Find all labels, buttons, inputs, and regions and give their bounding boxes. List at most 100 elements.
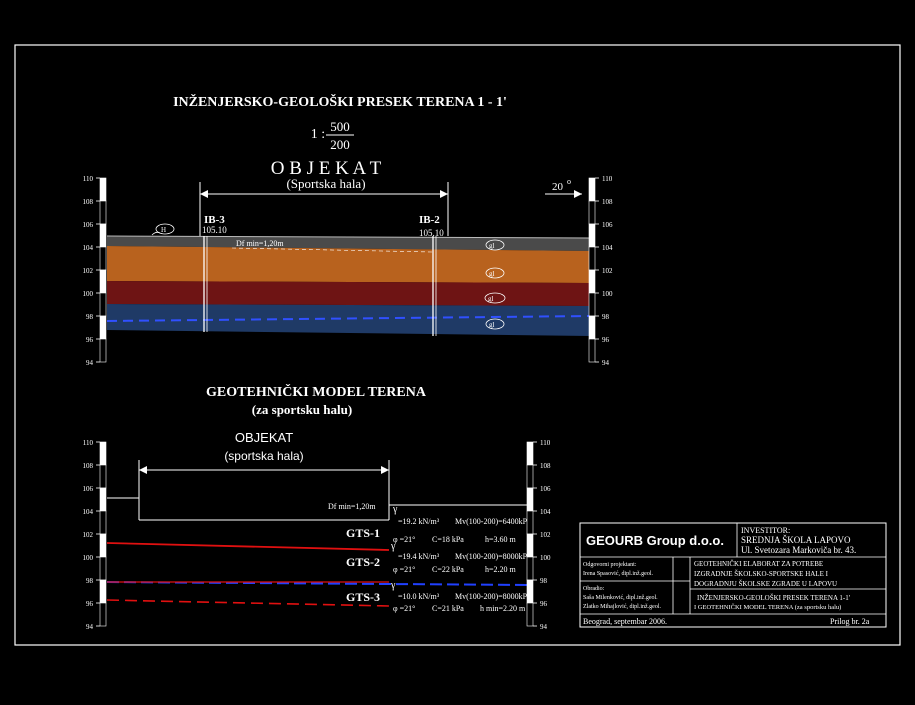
svg-text:φ =21°: φ =21° bbox=[393, 565, 415, 574]
layer-brown-clay bbox=[107, 246, 590, 283]
model-elevation-scale-left: 110 108 106 104 102 100 98 96 94 bbox=[83, 439, 107, 631]
made-name1: Saša Milenković, dipl.inž.geol. bbox=[583, 595, 658, 601]
scale-segment bbox=[99, 487, 107, 512]
scale-segment bbox=[99, 177, 107, 202]
gts2-params: γ =19.4 kN/m³ Mv(100-200)=8000kPa GTS-2 … bbox=[346, 541, 531, 574]
svg-text:Mv(100-200)=6400kPa: Mv(100-200)=6400kPa bbox=[455, 517, 531, 526]
scale-prefix: 1 : bbox=[311, 127, 325, 142]
elevation-scale-right: 110 108 106 104 102 100 98 96 94 bbox=[588, 175, 613, 367]
scale-tick-label: 100 bbox=[83, 290, 94, 298]
scale-tick-label: 110 bbox=[83, 439, 94, 447]
svg-text:Mv(100-200)=8000kPa: Mv(100-200)=8000kPa bbox=[455, 552, 531, 561]
made-name2: Zlatko Mihajlović, dipl.inž.geol. bbox=[583, 604, 661, 610]
scale-segment bbox=[588, 338, 596, 363]
scale-tick-label: 104 bbox=[602, 244, 613, 252]
layer-code-4: gl bbox=[485, 318, 505, 330]
svg-text:gl: gl bbox=[488, 295, 494, 303]
gts3-label: GTS-3 bbox=[346, 590, 380, 604]
scale-tick-label: 94 bbox=[602, 359, 610, 367]
scale-tick-label: 106 bbox=[83, 485, 94, 493]
scale-segment bbox=[99, 464, 107, 489]
scale-segment bbox=[99, 338, 107, 363]
investor-address: Ul. Svetozara Markoviča br. 43. bbox=[741, 545, 856, 555]
scale-tick-label: 102 bbox=[83, 267, 94, 275]
svg-text:h=2.20 m: h=2.20 m bbox=[485, 565, 517, 574]
scale-tick-label: 96 bbox=[86, 600, 94, 608]
scale-segment bbox=[588, 269, 596, 294]
svg-text:=19.4 kN/m³: =19.4 kN/m³ bbox=[398, 552, 440, 561]
dimension-arrow-right bbox=[440, 190, 448, 198]
scale-tick-label: 110 bbox=[602, 175, 613, 183]
project-line3: DOGRADNJU ŠKOLSKE ZGRADE U LAPOVU bbox=[694, 580, 837, 588]
scale-tick-label: 108 bbox=[83, 198, 94, 206]
dimension-arrow-left bbox=[200, 190, 208, 198]
borehole-ib2-name: IB-2 bbox=[419, 214, 440, 226]
scale-tick-label: 104 bbox=[83, 508, 94, 516]
scale-segment bbox=[99, 246, 107, 271]
svg-text:H: H bbox=[161, 226, 166, 234]
svg-text:=19.2 kN/m³: =19.2 kN/m³ bbox=[398, 517, 440, 526]
scale-segment bbox=[526, 579, 534, 604]
scale-tick-label: 98 bbox=[602, 313, 610, 321]
scale-segment bbox=[588, 200, 596, 225]
svg-text:C=21 kPa: C=21 kPa bbox=[432, 604, 464, 613]
scale-tick-label: 100 bbox=[602, 290, 613, 298]
model-subtitle: (za sportsku halu) bbox=[252, 402, 352, 417]
scale-tick-label: 110 bbox=[83, 175, 94, 183]
gts2-label: GTS-2 bbox=[346, 555, 380, 569]
scale-tick-label: 102 bbox=[602, 267, 613, 275]
layer-dark-red bbox=[107, 281, 590, 306]
angle-arrow-head bbox=[574, 190, 582, 198]
responsible-label: Odgovorni projektant: bbox=[583, 562, 637, 568]
scale-tick-label: 100 bbox=[540, 554, 551, 562]
responsible-name: Irena Spasović, dipl.inž.geol. bbox=[583, 571, 653, 577]
scale-segment bbox=[99, 269, 107, 294]
scale-segment bbox=[588, 223, 596, 248]
scale-tick-label: 104 bbox=[83, 244, 94, 252]
project-line1: GEOTEHNIČKI ELABORAT ZA POTREBE bbox=[694, 560, 823, 568]
scale-numerator: 500 bbox=[330, 119, 350, 134]
scale-tick-label: 94 bbox=[540, 623, 548, 631]
scale-tick-label: 106 bbox=[83, 221, 94, 229]
scale-segment bbox=[526, 602, 534, 627]
svg-text:C=18 kPa: C=18 kPa bbox=[432, 535, 464, 544]
boundary-gts1-gts2 bbox=[106, 542, 390, 551]
scale-segment bbox=[588, 177, 596, 202]
scale-tick-label: 110 bbox=[540, 439, 551, 447]
scale-segment bbox=[526, 510, 534, 535]
project-line2: IZGRADNJE ŠKOLSKO-SPORTSKE HALE I bbox=[694, 570, 829, 578]
scale-tick-label: 108 bbox=[602, 198, 613, 206]
drawing-line2: I GEOTEHNIČKI MODEL TERENA (za sportsku … bbox=[694, 603, 841, 611]
svg-text:φ =21°: φ =21° bbox=[393, 535, 415, 544]
scale-segment bbox=[526, 464, 534, 489]
object-sublabel: (Sportska hala) bbox=[286, 176, 365, 191]
angle-label: 20 bbox=[552, 181, 564, 193]
model-arrow-left bbox=[139, 466, 147, 474]
scale-segment bbox=[99, 441, 107, 466]
model-elevation-scale-right: 110 108 106 104 102 100 98 96 94 bbox=[526, 439, 551, 631]
svg-text:Mv(100-200)=8000kPa: Mv(100-200)=8000kPa bbox=[455, 592, 531, 601]
scale-segment bbox=[526, 441, 534, 466]
model-df-label: Df min=1,20m bbox=[328, 502, 376, 511]
scale-tick-label: 94 bbox=[86, 359, 94, 367]
scale-segment bbox=[588, 292, 596, 317]
scale-tick-label: 98 bbox=[86, 313, 94, 321]
scale-segment bbox=[99, 579, 107, 604]
svg-text:C=22 kPa: C=22 kPa bbox=[432, 565, 464, 574]
scale-segment bbox=[99, 315, 107, 340]
scale-segment bbox=[99, 223, 107, 248]
scale-segment bbox=[99, 510, 107, 535]
section-title: INŽENJERSKO-GEOLOŠKI PRESEK TERENA 1 - 1… bbox=[173, 93, 507, 110]
scale-tick-label: 98 bbox=[86, 577, 94, 585]
svg-text:h=3.60 m: h=3.60 m bbox=[485, 535, 517, 544]
drawing-canvas: INŽENJERSKO-GEOLOŠKI PRESEK TERENA 1 - 1… bbox=[14, 44, 901, 646]
scale-segment bbox=[99, 533, 107, 558]
svg-text:gl: gl bbox=[489, 242, 495, 250]
scale-tick-label: 108 bbox=[540, 462, 551, 470]
company-name: GEOURB Group d.o.o. bbox=[586, 533, 724, 548]
scale-segment bbox=[526, 487, 534, 512]
drawing-sheet: INŽENJERSKO-GEOLOŠKI PRESEK TERENA 1 - 1… bbox=[0, 0, 915, 700]
scale-tick-label: 108 bbox=[83, 462, 94, 470]
gts1-label: GTS-1 bbox=[346, 526, 380, 540]
svg-text:γ: γ bbox=[390, 541, 396, 552]
